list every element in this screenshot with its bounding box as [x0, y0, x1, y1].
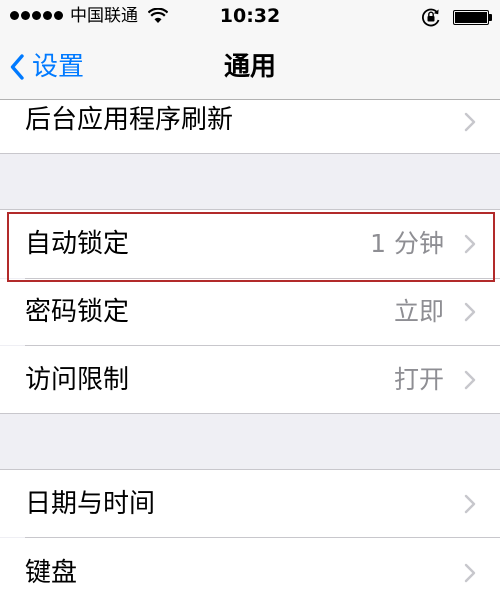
list-item-label: 访问限制: [25, 365, 130, 395]
list-item-value: 立即: [393, 297, 444, 326]
list-item-auto-lock[interactable]: 自动锁定 1 分钟: [0, 210, 500, 278]
list-item-passcode-lock[interactable]: 密码锁定 立即: [0, 279, 500, 345]
battery-icon: [453, 10, 489, 25]
list-item-value: 1 分钟: [370, 229, 444, 258]
list-item-label: 键盘: [25, 558, 78, 588]
chevron-right-icon: [464, 234, 476, 254]
chevron-right-icon: [464, 370, 476, 390]
divider: [0, 153, 500, 154]
orientation-lock-icon: [422, 8, 440, 27]
list-item-background-app-refresh[interactable]: 后台应用程序刷新: [0, 100, 500, 153]
divider: [0, 413, 500, 414]
list-item-label: 后台应用程序刷新: [25, 105, 234, 135]
list-item-date-time[interactable]: 日期与时间: [0, 470, 500, 537]
chevron-right-icon: [464, 302, 476, 322]
battery-tip: [489, 14, 492, 21]
page-title: 通用: [223, 52, 276, 82]
status-bar: 中国联通 10:32: [0, 0, 500, 34]
list-item-value: 打开: [393, 365, 444, 394]
list-item-label: 日期与时间: [25, 489, 156, 519]
chevron-right-icon: [464, 563, 476, 583]
list-item-restrictions[interactable]: 访问限制 打开: [0, 346, 500, 413]
list-item-label: 密码锁定: [25, 297, 130, 327]
list-item-keyboard[interactable]: 键盘: [0, 538, 500, 600]
chevron-right-icon: [464, 112, 476, 132]
list-item-label: 自动锁定: [25, 229, 130, 259]
chevron-right-icon: [464, 494, 476, 514]
battery-fill: [455, 12, 487, 23]
navigation-bar: 设置 通用: [0, 34, 500, 100]
